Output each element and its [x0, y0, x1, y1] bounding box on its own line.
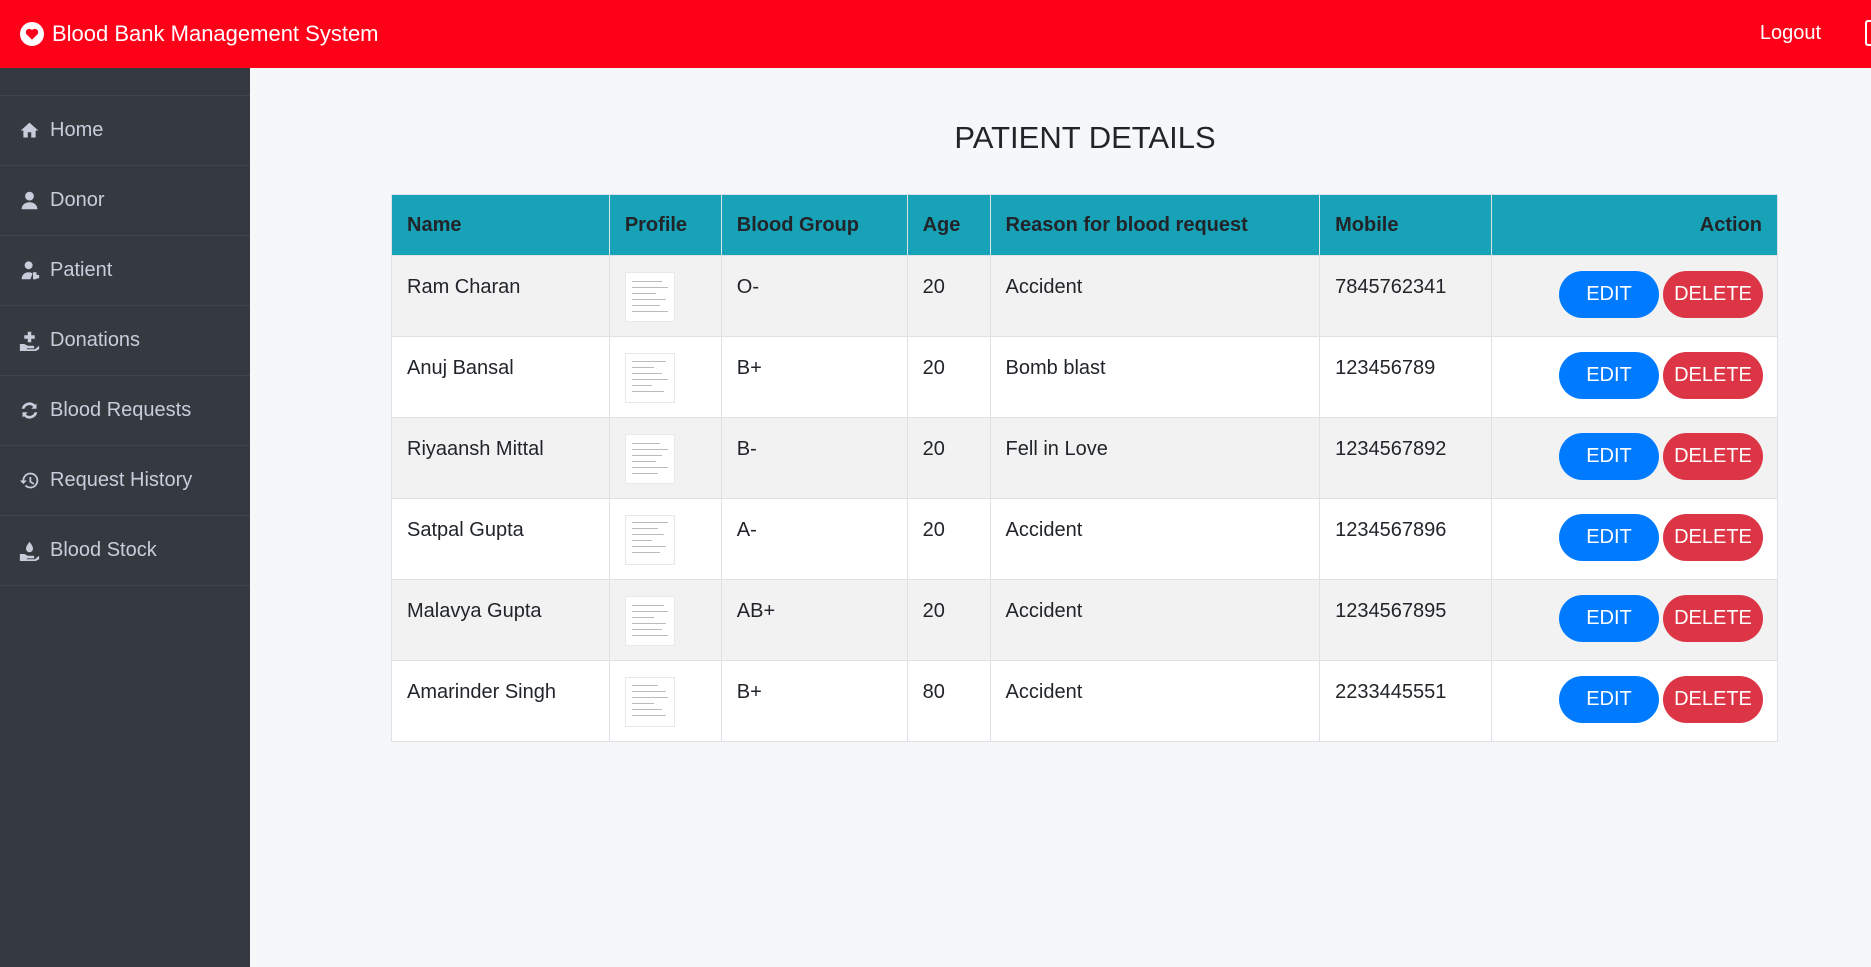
blood-group: O- [720, 255, 908, 337]
sync-icon [18, 400, 40, 422]
header-profile: Profile [608, 194, 722, 256]
header-blood-group: Blood Group [720, 194, 908, 256]
reason: Accident [989, 498, 1321, 580]
sidebar-item-label: Donations [50, 329, 141, 351]
sidebar-item-label: Donor [50, 189, 105, 211]
patient-table: Name Profile Blood Group Age Reason for … [391, 194, 1778, 742]
delete-button[interactable]: DELETE [1663, 271, 1763, 318]
mobile: 1234567892 [1319, 417, 1493, 499]
delete-button[interactable]: DELETE [1663, 676, 1763, 723]
profile-thumbnail[interactable] [624, 677, 675, 727]
patient-name: Anuj Bansal [391, 336, 610, 418]
sidebar-item-request-history[interactable]: Request History [0, 446, 250, 516]
header-reason: Reason for blood request [989, 194, 1321, 256]
delete-button[interactable]: DELETE [1663, 352, 1763, 399]
profile-thumbnail[interactable] [624, 596, 675, 646]
age: 20 [906, 255, 991, 337]
toggle-icon[interactable] [1865, 20, 1871, 46]
profile-thumbnail[interactable] [624, 353, 675, 403]
sidebar-item-label: Request History [50, 469, 193, 491]
age: 20 [906, 498, 991, 580]
profile-thumbnail[interactable] [624, 515, 675, 565]
sidebar-item-label: Patient [50, 259, 113, 281]
profile-thumbnail[interactable] [624, 434, 675, 484]
reason: Accident [989, 579, 1321, 661]
edit-button[interactable]: EDIT [1559, 433, 1659, 480]
header-age: Age [906, 194, 991, 256]
edit-button[interactable]: EDIT [1559, 595, 1659, 642]
blood-group: B+ [720, 336, 908, 418]
patient-name: Ram Charan [391, 255, 610, 337]
delete-button[interactable]: DELETE [1663, 433, 1763, 480]
blood-group: B- [720, 417, 908, 499]
sidebar-item-label: Blood Requests [50, 399, 192, 421]
edit-button[interactable]: EDIT [1559, 514, 1659, 561]
table-row: Anuj Bansal B+ 20 Bomb blast 123456789 E… [391, 336, 1778, 418]
reason: Accident [989, 660, 1321, 742]
table-header-row: Name Profile Blood Group Age Reason for … [391, 194, 1778, 256]
patient-name: Riyaansh Mittal [391, 417, 610, 499]
patient-name: Satpal Gupta [391, 498, 610, 580]
header-mobile: Mobile [1319, 194, 1493, 256]
sidebar: Home Donor Patient Donations Blood Reque… [0, 68, 250, 967]
page-title: PATIENT DETAILS [954, 120, 1216, 155]
blood-group: B+ [720, 660, 908, 742]
sidebar-item-patient[interactable]: Patient [0, 236, 250, 306]
stock-hand-icon [18, 540, 40, 562]
main-content: PATIENT DETAILS Name Profile Blood Group… [250, 68, 1871, 967]
patient-icon [18, 260, 40, 282]
brand[interactable]: Blood Bank Management System [20, 21, 379, 47]
profile-thumbnail[interactable] [624, 272, 675, 322]
table-row: Ram Charan O- 20 Accident 7845762341 EDI… [391, 255, 1778, 337]
blood-group: A- [720, 498, 908, 580]
history-icon [18, 470, 40, 492]
sidebar-item-home[interactable]: Home [0, 96, 250, 166]
mobile: 7845762341 [1319, 255, 1493, 337]
table-row: Malavya Gupta AB+ 20 Accident 1234567895… [391, 579, 1778, 661]
sidebar-item-label: Home [50, 119, 104, 141]
age: 20 [906, 579, 991, 661]
reason: Fell in Love [989, 417, 1321, 499]
home-icon [18, 120, 40, 142]
logout-link[interactable]: Logout [1760, 22, 1821, 45]
edit-button[interactable]: EDIT [1559, 676, 1659, 723]
header-name: Name [391, 194, 610, 256]
mobile: 123456789 [1319, 336, 1493, 418]
sidebar-item-blood-requests[interactable]: Blood Requests [0, 376, 250, 446]
heart-icon [20, 22, 44, 46]
table-row: Amarinder Singh B+ 80 Accident 223344555… [391, 660, 1778, 742]
reason: Bomb blast [989, 336, 1321, 418]
sidebar-item-label: Blood Stock [50, 539, 157, 561]
table-row: Satpal Gupta A- 20 Accident 1234567896 E… [391, 498, 1778, 580]
blood-group: AB+ [720, 579, 908, 661]
edit-button[interactable]: EDIT [1559, 271, 1659, 318]
sidebar-item-donations[interactable]: Donations [0, 306, 250, 376]
edit-button[interactable]: EDIT [1559, 352, 1659, 399]
sidebar-item-donor[interactable]: Donor [0, 166, 250, 236]
delete-button[interactable]: DELETE [1663, 595, 1763, 642]
age: 20 [906, 417, 991, 499]
age: 20 [906, 336, 991, 418]
app-title: Blood Bank Management System [52, 21, 379, 46]
sidebar-item-blood-stock[interactable]: Blood Stock [0, 516, 250, 586]
header-action: Action [1491, 194, 1778, 256]
age: 80 [906, 660, 991, 742]
table-row: Riyaansh Mittal B- 20 Fell in Love 12345… [391, 417, 1778, 499]
mobile: 1234567895 [1319, 579, 1493, 661]
mobile: 2233445551 [1319, 660, 1493, 742]
mobile: 1234567896 [1319, 498, 1493, 580]
user-icon [18, 190, 40, 212]
patient-name: Amarinder Singh [391, 660, 610, 742]
delete-button[interactable]: DELETE [1663, 514, 1763, 561]
patient-name: Malavya Gupta [391, 579, 610, 661]
top-navbar: Blood Bank Management System Logout [0, 0, 1871, 68]
reason: Accident [989, 255, 1321, 337]
donation-hand-icon [18, 330, 40, 352]
